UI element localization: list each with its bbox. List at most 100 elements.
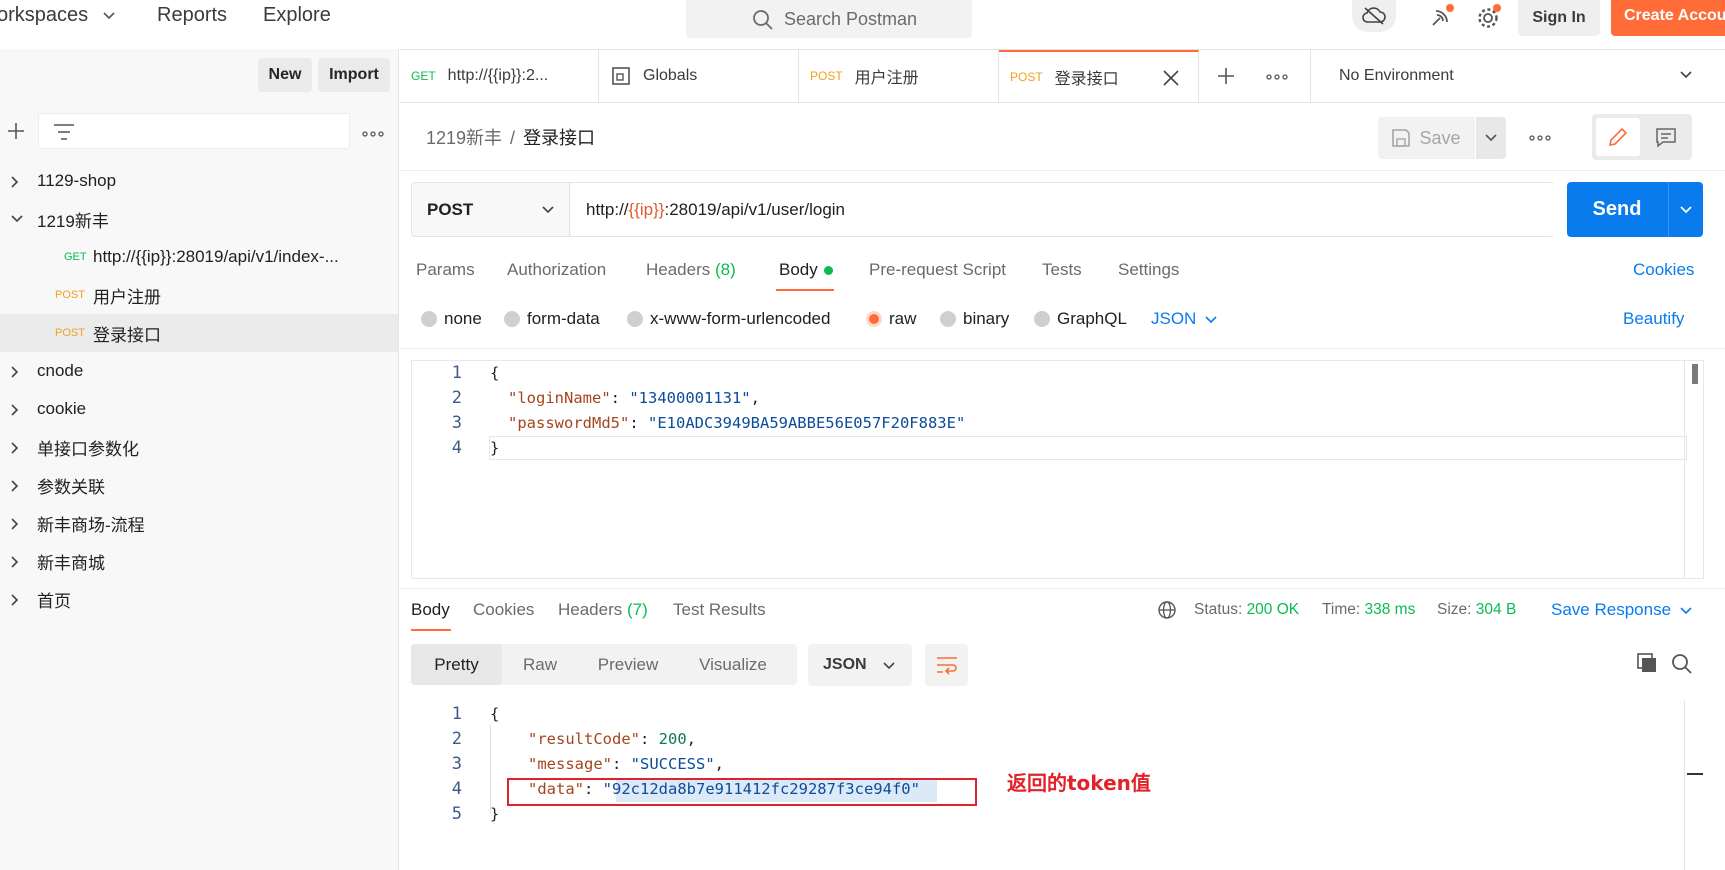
url-suffix: :28019/api/v1/user/login <box>664 200 846 219</box>
more-horizontal-icon[interactable] <box>1266 74 1288 80</box>
sign-in-button[interactable]: Sign In <box>1518 0 1600 36</box>
response-tab-test-results[interactable]: Test Results <box>673 600 766 620</box>
response-tab-body[interactable]: Body <box>411 600 450 620</box>
send-button[interactable]: Send <box>1567 182 1667 237</box>
create-account-button[interactable]: Create Account <box>1611 0 1725 36</box>
line-number: 3 <box>451 754 462 774</box>
request-label: http://{{ip}}:28019/api/v1/index-... <box>93 247 339 266</box>
plus-icon[interactable] <box>1216 66 1236 86</box>
environment-select[interactable]: No Environment <box>1310 49 1725 102</box>
filter-input[interactable] <box>38 113 350 149</box>
radio-urlencoded[interactable]: x-www-form-urlencoded <box>627 309 830 329</box>
tab-tests[interactable]: Tests <box>1042 260 1082 280</box>
request-item[interactable]: POST 用户注册 <box>0 276 398 314</box>
http-method-select[interactable]: POST <box>412 183 570 236</box>
new-button[interactable]: New <box>258 58 312 92</box>
wrap-lines-button[interactable] <box>925 644 968 686</box>
radio-circle <box>504 311 520 327</box>
save-button[interactable]: Save <box>1378 117 1474 159</box>
globals-tab[interactable]: Globals <box>599 50 799 102</box>
search-bar[interactable]: Search Postman <box>686 0 972 38</box>
url-prefix: http:// <box>586 200 629 219</box>
view-visualize-button[interactable]: Visualize <box>678 644 788 685</box>
status-label: Status: <box>1194 601 1243 618</box>
collection-item[interactable]: cnode <box>0 352 398 390</box>
comments-button[interactable] <box>1644 118 1688 156</box>
globe-icon[interactable] <box>1157 600 1177 620</box>
chevron-right-icon <box>11 404 19 416</box>
chevron-down-icon <box>1205 315 1217 323</box>
collection-item[interactable]: cookie <box>0 390 398 428</box>
save-options-button[interactable] <box>1475 117 1506 159</box>
reports-link[interactable]: Reports <box>157 4 227 27</box>
breadcrumb-parent[interactable]: 1219新丰 <box>426 128 502 148</box>
search-icon[interactable] <box>1671 653 1693 675</box>
search-icon <box>753 10 773 30</box>
collection-item[interactable]: 新丰商场-流程 <box>0 504 398 542</box>
beautify-link[interactable]: Beautify <box>1623 309 1684 329</box>
size-value: 304 B <box>1475 601 1517 618</box>
radio-graphql[interactable]: GraphQL <box>1034 309 1127 329</box>
sidebar: New Import 1129-shop 1219新丰 GET http://{… <box>0 49 399 870</box>
explore-link[interactable]: Explore <box>263 4 331 27</box>
body-indicator-dot <box>823 266 833 276</box>
more-horizontal-icon[interactable] <box>1529 135 1551 141</box>
radio-label: x-www-form-urlencoded <box>650 309 831 328</box>
scrollbar[interactable] <box>1684 361 1703 578</box>
tab-method: POST <box>810 69 843 83</box>
view-pretty-button[interactable]: Pretty <box>411 644 502 685</box>
body-format-select[interactable]: JSON <box>1151 309 1218 329</box>
environment-label: No Environment <box>1339 67 1454 84</box>
tab-body[interactable]: Body <box>779 260 833 280</box>
collection-label: 新丰商城 <box>37 553 105 573</box>
cookies-link[interactable]: Cookies <box>1633 260 1694 280</box>
more-horizontal-icon[interactable] <box>362 131 384 137</box>
satellite-icon[interactable] <box>1428 4 1454 30</box>
collection-item[interactable]: 1129-shop <box>0 162 398 200</box>
request-item[interactable]: GET http://{{ip}}:28019/api/v1/index-... <box>0 238 398 276</box>
response-tab-cookies[interactable]: Cookies <box>473 600 534 620</box>
code-line: } <box>490 805 499 823</box>
copy-icon[interactable] <box>1636 652 1658 674</box>
radio-raw[interactable]: raw <box>866 309 916 329</box>
sync-status-button[interactable] <box>1352 0 1396 32</box>
plus-icon[interactable] <box>6 121 26 141</box>
request-item[interactable]: POST 登录接口 <box>0 314 398 352</box>
radio-none[interactable]: none <box>421 309 482 329</box>
collection-item[interactable]: 1219新丰 <box>0 200 398 238</box>
scrollbar[interactable] <box>1684 700 1703 870</box>
request-tab[interactable]: GET http://{{ip}}:2... <box>400 50 599 102</box>
radio-binary[interactable]: binary <box>940 309 1009 329</box>
response-format-select[interactable]: JSON <box>808 644 912 686</box>
collection-item[interactable]: 参数关联 <box>0 466 398 504</box>
breadcrumb-current[interactable]: 登录接口 <box>523 128 595 148</box>
radio-form-data[interactable]: form-data <box>504 309 600 329</box>
collection-item[interactable]: 单接口参数化 <box>0 428 398 466</box>
view-preview-button[interactable]: Preview <box>578 644 678 685</box>
chevron-down-icon <box>1680 606 1692 614</box>
collection-label: cnode <box>37 361 84 380</box>
request-tab[interactable]: POST 用户注册 <box>799 50 999 102</box>
import-button[interactable]: Import <box>318 58 390 92</box>
scrollbar-thumb[interactable] <box>1692 364 1698 384</box>
tab-authorization[interactable]: Authorization <box>507 260 606 280</box>
divider <box>400 170 1725 171</box>
tab-headers[interactable]: Headers (8) <box>646 260 736 280</box>
tab-pre-request-script[interactable]: Pre-request Script <box>869 260 1006 280</box>
send-options-button[interactable] <box>1668 182 1703 237</box>
tab-label: 用户注册 <box>854 70 919 87</box>
close-icon[interactable] <box>1162 69 1180 87</box>
response-tab-headers[interactable]: Headers (7) <box>558 600 648 620</box>
workspaces-menu[interactable]: orkspaces <box>0 4 116 27</box>
gear-icon[interactable] <box>1476 4 1502 30</box>
url-input[interactable]: http://{{ip}}:28019/api/v1/user/login <box>571 183 1554 236</box>
tab-settings[interactable]: Settings <box>1118 260 1179 280</box>
save-response-button[interactable]: Save Response <box>1551 600 1693 620</box>
edit-mode-button[interactable] <box>1596 118 1640 156</box>
view-raw-button[interactable]: Raw <box>502 644 578 685</box>
search-placeholder: Search Postman <box>784 8 918 29</box>
tab-params[interactable]: Params <box>416 260 475 280</box>
json-key: "message" <box>528 755 612 773</box>
collection-item[interactable]: 新丰商城 <box>0 542 398 580</box>
collection-item[interactable]: 首页 <box>0 580 398 618</box>
